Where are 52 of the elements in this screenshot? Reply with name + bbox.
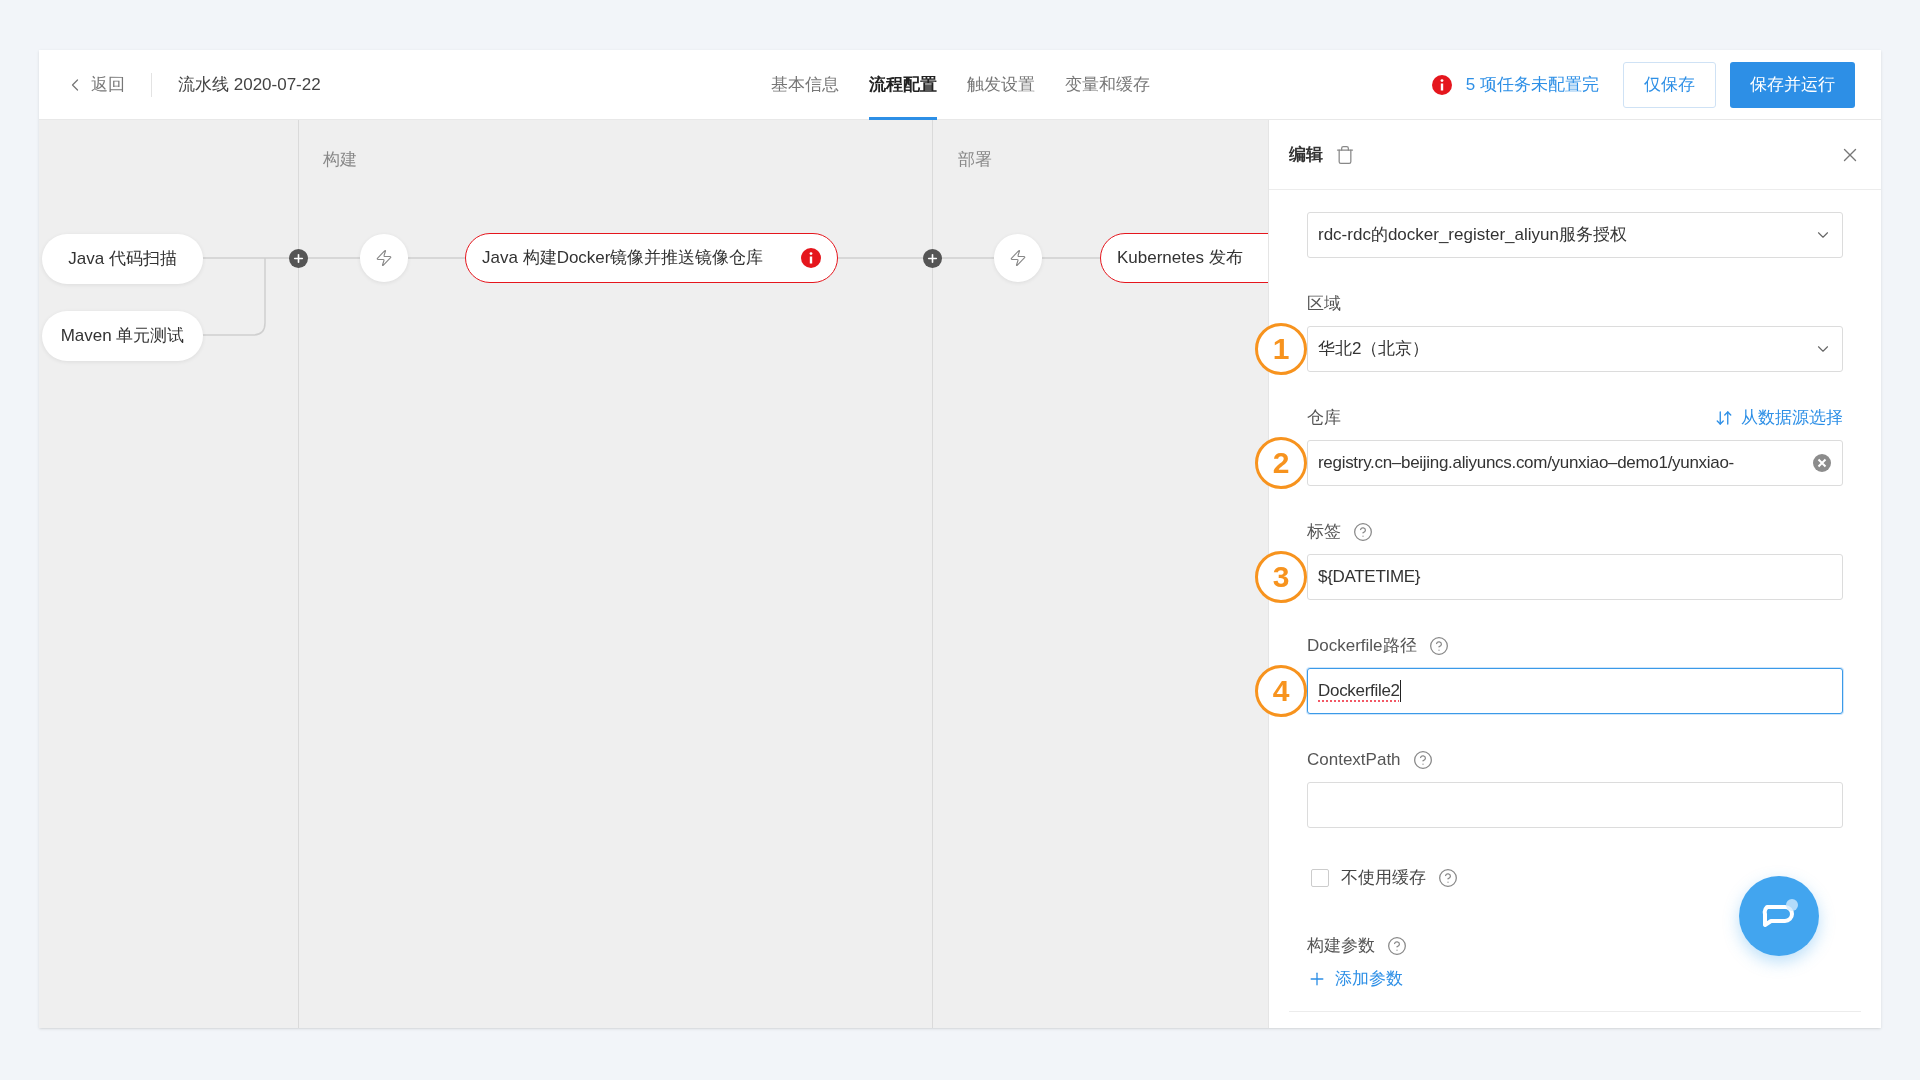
task-node[interactable]: Java 构建Docker镜像并推送镜像仓库: [465, 233, 838, 283]
swap-icon: [1715, 409, 1733, 427]
error-icon: [1431, 75, 1452, 95]
lightning-icon: [1009, 249, 1027, 267]
tab[interactable]: 触发设置: [966, 50, 1035, 120]
checkbox[interactable]: [1311, 869, 1329, 887]
field-label: 构建参数: [1307, 935, 1375, 958]
input-field[interactable]: Dockerfile2: [1307, 668, 1843, 714]
help-icon[interactable]: [1438, 868, 1458, 888]
trigger-button[interactable]: [360, 234, 408, 282]
help-icon[interactable]: [1412, 750, 1433, 770]
callout-number: 4: [1255, 665, 1307, 717]
plus-icon: [292, 252, 305, 265]
field-label: ContextPath: [1307, 749, 1401, 772]
back-link[interactable]: 返回: [65, 72, 125, 98]
input-field[interactable]: ${DATETIME}: [1307, 554, 1843, 600]
chat-button[interactable]: [1739, 876, 1819, 956]
help-icon[interactable]: [1428, 636, 1449, 656]
add-stage-button[interactable]: [289, 249, 308, 268]
stage-title: 部署: [958, 149, 992, 171]
input-field[interactable]: [1307, 782, 1843, 828]
plus-icon: [926, 252, 939, 265]
trigger-button[interactable]: [994, 234, 1042, 282]
callout-number: 3: [1255, 551, 1307, 603]
task-node[interactable]: Kubernetes 发布: [1100, 233, 1268, 283]
callout-number: 2: [1255, 437, 1307, 489]
field-label: 区域: [1307, 293, 1341, 316]
callout-number: 1: [1255, 323, 1307, 375]
select-from-source-link[interactable]: 从数据源选择: [1715, 405, 1843, 431]
add-parameter-link[interactable]: 添加参数: [1307, 966, 1403, 992]
select-field[interactable]: rdc-rdc的docker_register_aliyun服务授权: [1307, 212, 1843, 258]
field-label: Dockerfile路径: [1307, 635, 1417, 658]
save-button[interactable]: 仅保存: [1623, 62, 1716, 108]
checkbox-label: 不使用缓存: [1341, 867, 1426, 890]
select-field[interactable]: 华北2（北京）: [1307, 326, 1843, 372]
clear-icon[interactable]: [1812, 453, 1832, 473]
stage-title: 构建: [323, 149, 357, 171]
help-icon[interactable]: [1353, 522, 1373, 542]
pipeline-title: 流水线 2020-07-22: [178, 74, 321, 97]
field-label: 标签: [1307, 521, 1341, 544]
task-node[interactable]: Java 代码扫描: [42, 234, 203, 284]
input-field[interactable]: registry.cn–beijing.aliyuncs.com/yunxiao–demo1/yunxiao-: [1307, 440, 1843, 486]
tab[interactable]: 变量和缓存: [1064, 50, 1150, 120]
field-label: 仓库: [1307, 407, 1341, 430]
panel-title: 编辑: [1289, 143, 1323, 166]
trash-icon[interactable]: [1335, 144, 1355, 165]
add-stage-button[interactable]: [923, 249, 942, 268]
tab[interactable]: 基本信息: [770, 50, 839, 120]
error-icon: [801, 248, 821, 268]
task-node[interactable]: Maven 单元测试: [42, 311, 203, 361]
lightning-icon: [375, 249, 393, 267]
help-icon[interactable]: [1387, 936, 1407, 956]
